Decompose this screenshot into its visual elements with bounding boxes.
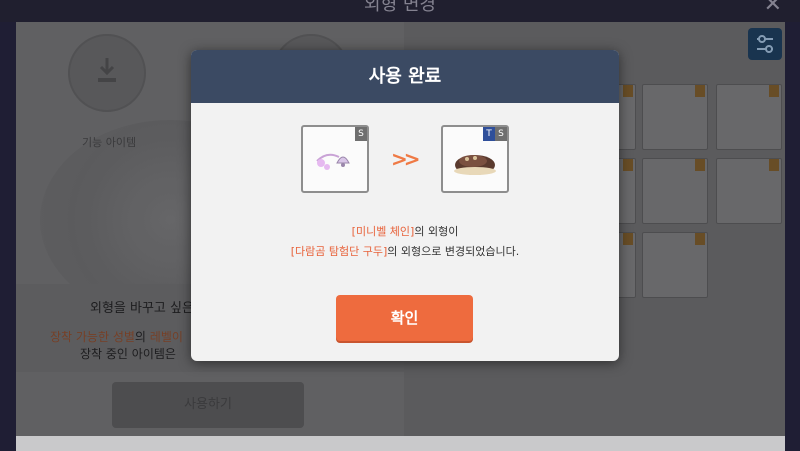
result-message-line-1: [미니벨 체인]의 외형이: [191, 223, 619, 239]
result-message-line-2: [다람곰 탐험단 구두]의 외형으로 변경되었습니다.: [191, 243, 619, 259]
dialog-header: 사용 완료: [191, 50, 619, 103]
source-item-slot: S: [301, 125, 369, 193]
message-text: 의 외형으로 변경되었습니다.: [387, 245, 520, 258]
transform-arrow-icon: >>: [391, 147, 420, 171]
item-grade-badge: S: [355, 127, 367, 141]
item-type-badge: T: [483, 127, 495, 141]
dialog-title: 사용 완료: [368, 66, 442, 87]
source-item-name: [미니벨 체인]: [351, 225, 415, 238]
target-item-slot-dialog: T S: [441, 125, 509, 193]
item-grade-badge: S: [495, 127, 507, 141]
target-item-name: [다람곰 탐험단 구두]: [290, 245, 388, 258]
confirm-button[interactable]: 확인: [336, 295, 473, 341]
use-complete-dialog: 사용 완료 S >> T S [미니벨 체인]의 외형이 [다람곰 탐험단 구두…: [191, 50, 619, 361]
message-text: 의 외형이: [414, 225, 459, 238]
